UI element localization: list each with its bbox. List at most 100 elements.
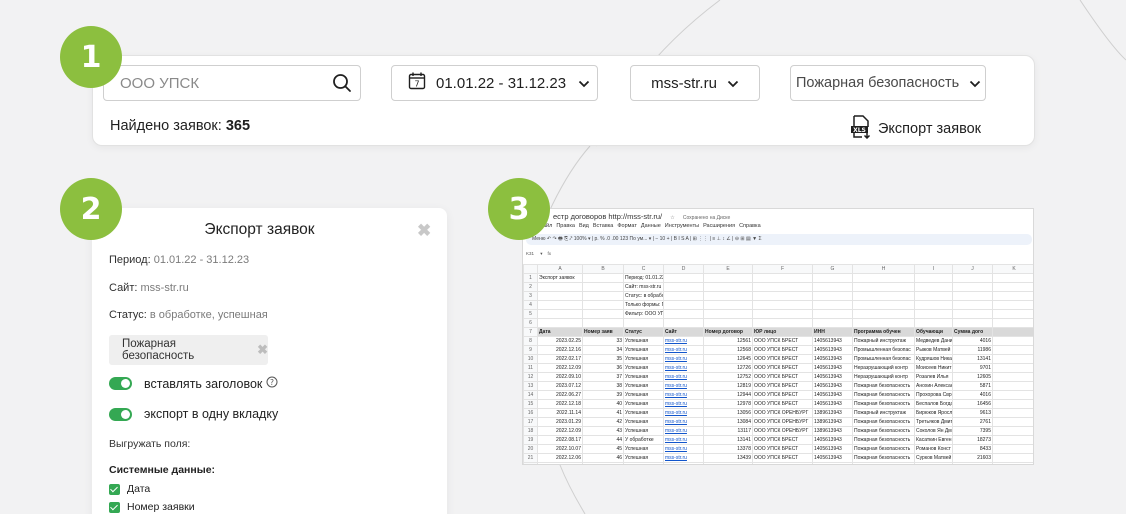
- table-cell[interactable]: [992, 462, 1033, 464]
- table-cell[interactable]: Розалев Илья: [914, 372, 953, 382]
- date-range-select[interactable]: 7 01.01.22 - 31.12.23: [391, 65, 598, 101]
- table-cell[interactable]: 13117: [703, 426, 753, 436]
- table-cell[interactable]: 13056: [703, 408, 753, 418]
- table-cell[interactable]: [992, 300, 1033, 310]
- table-cell[interactable]: [992, 453, 1033, 463]
- table-cell[interactable]: ООО УПСК БРЕСТ: [752, 372, 813, 382]
- table-cell[interactable]: [992, 417, 1033, 427]
- table-cell[interactable]: [852, 300, 915, 310]
- single-tab-toggle[interactable]: [109, 407, 132, 421]
- row-number[interactable]: 17: [523, 417, 538, 427]
- table-cell[interactable]: Дата: [537, 327, 583, 337]
- table-cell[interactable]: [992, 282, 1033, 292]
- table-cell[interactable]: 2022.06.27: [537, 390, 583, 400]
- table-cell[interactable]: 2022.11.28: [537, 462, 583, 464]
- table-cell[interactable]: ООО УПСК БРЕСТ: [752, 336, 813, 346]
- sheet-menu-item[interactable]: Справка: [739, 223, 761, 229]
- table-cell[interactable]: Беспалов Богда: [914, 399, 953, 409]
- table-cell[interactable]: 13439: [703, 453, 753, 463]
- table-cell[interactable]: [752, 309, 813, 319]
- table-cell[interactable]: ООО УПСК ОРЕНБУРГ: [752, 426, 813, 436]
- table-cell[interactable]: ООО УПСК БРЕСТ: [752, 390, 813, 400]
- table-cell[interactable]: 1405613943: [812, 390, 853, 400]
- table-cell[interactable]: mss-str.ru: [663, 336, 704, 346]
- help-icon[interactable]: ?: [266, 376, 278, 391]
- table-cell[interactable]: [914, 318, 953, 328]
- row-number[interactable]: 4: [523, 300, 538, 310]
- table-cell[interactable]: [952, 282, 993, 292]
- table-cell[interactable]: Романов Конст: [914, 444, 953, 454]
- table-cell[interactable]: [582, 273, 624, 283]
- table-cell[interactable]: [992, 345, 1033, 355]
- table-cell[interactable]: 41: [582, 408, 624, 418]
- table-cell[interactable]: [582, 282, 624, 292]
- table-cell[interactable]: mss-str.ru: [663, 363, 704, 373]
- row-number[interactable]: 6: [523, 318, 538, 328]
- table-cell[interactable]: 21603: [952, 453, 993, 463]
- table-cell[interactable]: [752, 282, 813, 292]
- row-number[interactable]: 1: [523, 273, 538, 283]
- table-cell[interactable]: 33: [582, 336, 624, 346]
- table-cell[interactable]: Гарин Георгий: [914, 462, 953, 464]
- table-cell[interactable]: 12819: [703, 381, 753, 391]
- table-cell[interactable]: 13484: [703, 462, 753, 464]
- table-cell[interactable]: Успешная: [623, 372, 664, 382]
- table-cell[interactable]: [663, 300, 704, 310]
- table-cell[interactable]: D: [663, 264, 704, 274]
- table-cell[interactable]: [663, 309, 704, 319]
- close-icon[interactable]: ✖: [417, 221, 431, 241]
- table-cell[interactable]: 2022.12.09: [537, 363, 583, 373]
- table-cell[interactable]: [952, 291, 993, 301]
- table-cell[interactable]: [537, 309, 583, 319]
- table-cell[interactable]: 13141: [952, 354, 993, 364]
- table-cell[interactable]: [537, 291, 583, 301]
- table-cell[interactable]: 1405613943: [812, 399, 853, 409]
- table-cell[interactable]: Пожарная безопасность: [852, 417, 915, 427]
- chip-remove-icon[interactable]: ✖: [257, 342, 268, 358]
- table-cell[interactable]: 1405613943: [812, 363, 853, 373]
- table-cell[interactable]: 12645: [703, 354, 753, 364]
- table-cell[interactable]: [663, 273, 704, 283]
- table-cell[interactable]: 38: [582, 381, 624, 391]
- table-cell[interactable]: ООО УПСК БРЕСТ: [752, 354, 813, 364]
- row-number[interactable]: 20: [523, 444, 538, 454]
- table-cell[interactable]: У обработке: [623, 435, 664, 445]
- table-cell[interactable]: ООО УПСК БРЕСТ: [752, 435, 813, 445]
- checkbox-request-number[interactable]: Номер заявки: [109, 501, 195, 513]
- table-cell[interactable]: [703, 309, 753, 319]
- table-cell[interactable]: [992, 291, 1033, 301]
- table-cell[interactable]: Моисеев Никит: [914, 363, 953, 373]
- sheet-menu-item[interactable]: Вставка: [593, 223, 613, 229]
- table-cell[interactable]: mss-str.ru: [663, 345, 704, 355]
- table-cell[interactable]: [663, 291, 704, 301]
- table-cell[interactable]: ИНН: [812, 327, 853, 337]
- table-cell[interactable]: Успешная: [623, 363, 664, 373]
- table-cell[interactable]: ЮР лицо: [752, 327, 813, 337]
- table-cell[interactable]: [992, 372, 1033, 382]
- table-cell[interactable]: Успешная: [623, 336, 664, 346]
- table-cell[interactable]: 12978: [703, 399, 753, 409]
- table-cell[interactable]: ООО УПСК БРЕСТ: [752, 345, 813, 355]
- table-cell[interactable]: [914, 273, 953, 283]
- row-number[interactable]: 13: [523, 381, 538, 391]
- table-cell[interactable]: mss-str.ru: [663, 417, 704, 427]
- table-cell[interactable]: H: [852, 264, 915, 274]
- table-cell[interactable]: [752, 300, 813, 310]
- header-toggle[interactable]: [109, 377, 132, 390]
- table-cell[interactable]: [852, 282, 915, 292]
- table-cell[interactable]: Успешная: [623, 444, 664, 454]
- table-cell[interactable]: [992, 435, 1033, 445]
- table-cell[interactable]: Рыжов Матвей: [914, 345, 953, 355]
- table-cell[interactable]: Пожарная безопасность: [852, 399, 915, 409]
- table-cell[interactable]: 42: [582, 417, 624, 427]
- table-cell[interactable]: 16456: [952, 399, 993, 409]
- table-cell[interactable]: Номер заяв: [582, 327, 624, 337]
- table-cell[interactable]: [952, 300, 993, 310]
- table-cell[interactable]: [663, 282, 704, 292]
- table-cell[interactable]: Медведев Дани: [914, 336, 953, 346]
- table-cell[interactable]: Пожарная безопасность: [852, 444, 915, 454]
- table-cell[interactable]: 47: [582, 462, 624, 464]
- table-cell[interactable]: [992, 318, 1033, 328]
- table-cell[interactable]: 36: [582, 363, 624, 373]
- table-cell[interactable]: 13084: [703, 417, 753, 427]
